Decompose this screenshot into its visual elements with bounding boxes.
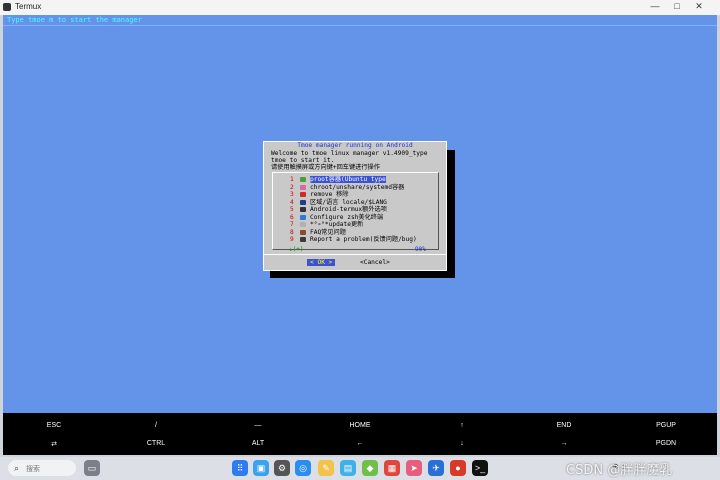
menu-item-icon <box>300 192 306 197</box>
menu-item-number: 9 <box>290 236 294 243</box>
extra-key-row1-6[interactable]: PGUP <box>615 422 717 429</box>
toolbox-icon[interactable]: ▦ <box>384 460 400 476</box>
menu-item-3[interactable]: 3 remove 移除 <box>273 191 435 198</box>
menu-item-7[interactable]: 7 *°∘°*update更新 <box>273 221 435 228</box>
menu-item-icon <box>300 177 306 182</box>
send-icon[interactable]: ➤ <box>406 460 422 476</box>
taskbar: ⌕ 搜索 ▭ ⠿ ▣ ⚙ ◎ ✎ ▤ ◆ ▦ ➤ ✈ ● >_ ⊕ ⌂ CSDN… <box>0 457 720 480</box>
menu-item-icon <box>300 214 306 220</box>
menu-item-number: 7 <box>290 221 294 228</box>
menu-item-icon <box>300 199 306 205</box>
dialog-text-line: 请使用触摸屏或方向键+回车键进行操作 <box>271 164 380 171</box>
menu-item-label: chroot/unshare/systemd容器 <box>310 183 405 191</box>
dialog-title: Tmoe manager running on Android <box>297 142 413 149</box>
ok-label: OK <box>317 259 325 266</box>
multitask-icon[interactable]: ▭ <box>84 460 100 476</box>
file-manager-icon[interactable]: ▣ <box>253 460 269 476</box>
window-title: Termux <box>15 2 42 11</box>
extra-key-row2-6[interactable]: PGDN <box>615 440 717 447</box>
penguin-icon[interactable]: ● <box>450 460 466 476</box>
browser-icon[interactable]: ◎ <box>295 460 311 476</box>
menu-item-number: 6 <box>290 213 294 221</box>
menu-item-label: Report a problem(反馈问题/bug) <box>310 236 417 243</box>
terminal-icon[interactable]: >_ <box>472 460 488 476</box>
extra-key-row1-1[interactable]: / <box>105 422 207 429</box>
extra-key-row2-0[interactable]: ⇄ <box>3 440 105 448</box>
extra-keys-bar: ESC / — HOME ↑ END PGUP ⇄ CTRL ALT ← ↓ → PGDN <box>3 413 717 455</box>
gallery-icon[interactable]: ▤ <box>340 460 356 476</box>
menu-item-8[interactable]: 8 FAQ常见问题 <box>273 229 435 236</box>
extra-key-row2-1[interactable]: CTRL <box>105 440 207 447</box>
menu-item-icon <box>300 229 306 235</box>
menu-item-label: Configure zsh美化终端 <box>310 213 384 221</box>
menu-item-2[interactable]: 2 chroot/unshare/systemd容器 <box>273 184 435 191</box>
menu-item-label: *°∘°*update更新 <box>310 221 364 228</box>
plane-icon[interactable]: ✈ <box>428 460 444 476</box>
close-button[interactable]: ✕ <box>692 1 706 12</box>
menu-item-label: FAQ常见问题 <box>310 228 346 236</box>
extra-key-row1-4[interactable]: ↑ <box>411 422 513 429</box>
menu-list: 1 proot容器(Ubuntu type 2 chroot/unshare/syst… <box>272 172 439 253</box>
menu-item-4[interactable]: 4 区域/语言 locale/$LANG <box>273 199 435 206</box>
extra-key-row1-2[interactable]: — <box>207 422 309 429</box>
cancel-button[interactable]: <Cancel> <box>360 259 390 266</box>
menu-item-label: Android-termux额外选项 <box>310 206 387 213</box>
menu-item-number: 8 <box>290 228 294 236</box>
taskbar-search[interactable]: ⌕ 搜索 <box>8 460 76 476</box>
menu-item-number: 5 <box>290 206 294 213</box>
notes-icon[interactable]: ✎ <box>318 460 334 476</box>
ok-left-bracket: < <box>310 259 314 266</box>
extra-key-row1-0[interactable]: ESC <box>3 422 105 429</box>
minimize-button[interactable]: — <box>648 1 662 11</box>
menu-item-number: 1 <box>290 176 294 183</box>
menu-item-icon <box>300 222 306 227</box>
extra-key-row2-3[interactable]: ← <box>309 440 411 447</box>
menu-item-number: 2 <box>290 183 294 191</box>
menu-item-icon <box>300 237 306 242</box>
termux-app-icon <box>3 3 11 11</box>
ok-button[interactable]: < OK > <box>307 259 336 267</box>
maximize-button[interactable]: □ <box>670 1 684 11</box>
extra-key-row2-5[interactable]: → <box>513 440 615 447</box>
app-store-icon[interactable]: ◆ <box>362 460 378 476</box>
menu-item-5[interactable]: 5 Android-termux额外选项 <box>273 206 435 213</box>
scroll-indicator: ↓(+) <box>289 246 304 253</box>
menu-item-number: 4 <box>290 198 294 206</box>
dialog-separator <box>264 254 446 255</box>
scroll-percent: 90% <box>415 246 426 253</box>
launcher-icon[interactable]: ⠿ <box>232 460 248 476</box>
extra-key-row1-3[interactable]: HOME <box>309 422 411 429</box>
menu-item-6[interactable]: 6 Configure zsh美化终端 <box>273 214 435 221</box>
terminal-divider <box>3 25 717 26</box>
window-titlebar: Termux — □ ✕ <box>0 0 720 16</box>
extra-key-row1-5[interactable]: END <box>513 422 615 429</box>
menu-item-label: proot容器(Ubuntu type <box>310 176 386 184</box>
extra-key-row2-2[interactable]: ALT <box>207 440 309 447</box>
search-placeholder: 搜索 <box>26 466 40 473</box>
menu-item-label: remove 移除 <box>310 191 349 198</box>
tmoe-manager-dialog: Tmoe manager running on Android Welcome … <box>263 141 447 271</box>
menu-item-label: 区域/语言 locale/$LANG <box>310 198 387 206</box>
menu-item-9[interactable]: 9 Report a problem(反馈问题/bug) <box>273 236 435 243</box>
ok-right-bracket: > <box>328 259 333 266</box>
settings-icon[interactable]: ⚙ <box>274 460 290 476</box>
extra-key-row2-4[interactable]: ↓ <box>411 440 513 447</box>
menu-item-number: 3 <box>290 191 294 198</box>
search-icon: ⌕ <box>14 463 20 473</box>
menu-item-icon <box>300 184 306 190</box>
terminal-top-line: Type tmoe m to start the manager <box>7 16 142 24</box>
menu-item-1[interactable]: 1 proot容器(Ubuntu type <box>273 176 435 184</box>
menu-item-icon <box>300 207 306 212</box>
csdn-watermark: CSDN @胖胖魔乳 <box>566 463 673 478</box>
